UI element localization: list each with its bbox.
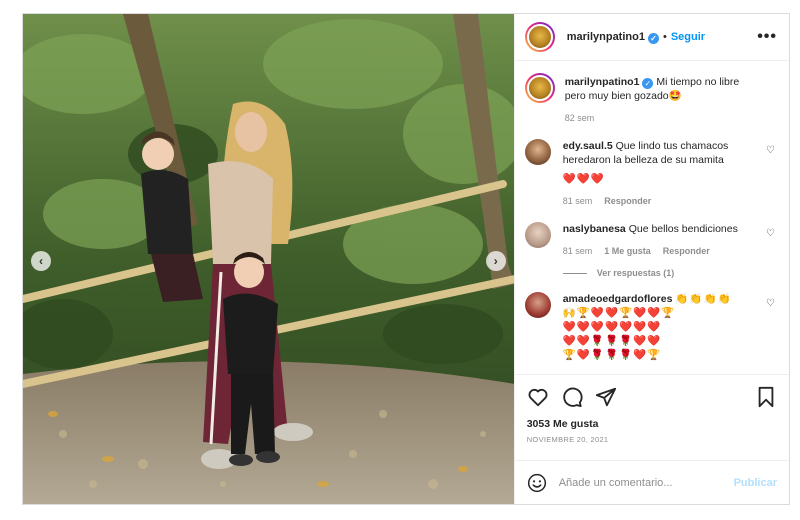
publish-button[interactable]: Publicar xyxy=(734,477,777,489)
share-icon[interactable] xyxy=(595,386,617,408)
comment-emoji-line: ❤️❤️🌹🌹🌹❤️❤️ xyxy=(562,335,662,347)
author-username[interactable]: marilynpatino1 ✓ xyxy=(567,31,659,44)
post-date[interactable]: NOVIEMBRE 20, 2021 xyxy=(527,435,777,444)
post-photo[interactable]: ‹ › xyxy=(23,14,514,504)
follow-button[interactable]: Seguir xyxy=(671,31,705,43)
comment-emoji-line: 🏆❤️🌹🌹🌹❤️🏆 xyxy=(562,349,662,361)
commenter-username[interactable]: amadeoedgardoflores xyxy=(563,293,673,305)
caption-username[interactable]: marilynpatino1 xyxy=(565,76,640,88)
comment-text: 👏👏👏👏 xyxy=(675,293,732,305)
commenter-avatar[interactable] xyxy=(524,222,551,248)
reply-button[interactable]: Responder xyxy=(604,194,651,208)
view-replies-button[interactable]: Ver respuestas (1) xyxy=(563,268,777,278)
caption-row: marilynpatino1 ✓ Mi tiempo no libre pero … xyxy=(524,73,777,125)
post-card: ‹ › marilynpatino1 ✓ • Seguir ••• marilyn… xyxy=(22,13,790,505)
verified-badge-icon: ✓ xyxy=(642,78,654,89)
caption-avatar[interactable] xyxy=(524,73,555,103)
verified-badge-icon: ✓ xyxy=(647,32,659,44)
commenter-avatar[interactable] xyxy=(524,139,551,165)
post-header: marilynpatino1 ✓ • Seguir ••• xyxy=(514,14,789,61)
comment-item: amadeoedgardoflores 👏👏👏👏 🙌🏆❤️❤️🏆❤️❤️🏆 ❤️… xyxy=(524,292,777,362)
emoji-icon[interactable] xyxy=(527,473,547,493)
photo-illustration xyxy=(23,14,514,504)
header-dot-separator: • xyxy=(662,31,667,43)
previous-photo-button[interactable]: ‹ xyxy=(31,251,51,271)
comment-text: Que bellos bendiciones xyxy=(628,223,738,235)
comment-emojis: ❤️❤️❤️ xyxy=(562,173,605,185)
comment-meta: 81 sem 1 Me gusta Responder xyxy=(563,244,759,258)
comment-like-heart-icon[interactable]: ♡ xyxy=(766,228,775,239)
comment-meta: 81 sem Responder xyxy=(563,194,759,208)
comment-like-heart-icon[interactable]: ♡ xyxy=(766,145,775,156)
commenter-username[interactable]: edy.saul.5 xyxy=(563,140,613,152)
commenter-avatar[interactable] xyxy=(524,292,551,318)
comment-age[interactable]: 81 sem xyxy=(563,244,593,258)
heart-icon[interactable] xyxy=(527,386,549,408)
comment-likes[interactable]: 1 Me gusta xyxy=(604,244,651,258)
comment-item: edy.saul.5 Que lindo tus chamacos hereda… xyxy=(524,139,777,208)
caption-age[interactable]: 82 sem xyxy=(565,111,595,125)
commenter-username[interactable]: naslybanesa xyxy=(563,223,626,235)
more-options-icon[interactable]: ••• xyxy=(757,28,777,46)
action-icons xyxy=(527,385,777,409)
comment-input[interactable] xyxy=(558,476,734,489)
comments-list[interactable]: marilynpatino1 ✓ Mi tiempo no libre pero … xyxy=(515,61,789,374)
chevron-left-icon: ‹ xyxy=(39,254,43,268)
chevron-right-icon: › xyxy=(493,254,498,268)
caption-meta: 82 sem xyxy=(565,111,759,125)
comment-icon[interactable] xyxy=(561,386,583,408)
comment-emoji-line: 🙌🏆❤️❤️🏆❤️❤️🏆 xyxy=(562,307,676,319)
comment-item: naslybanesa Que bellos bendiciones 81 se… xyxy=(524,222,777,258)
author-avatar[interactable] xyxy=(524,22,555,52)
next-photo-button[interactable]: › xyxy=(485,251,506,271)
post-side-panel: marilynpatino1 ✓ • Seguir ••• marilynpati… xyxy=(513,14,789,504)
likes-count[interactable]: 3053 Me gusta xyxy=(527,418,777,430)
add-comment-bar: Publicar xyxy=(514,460,789,504)
comment-emoji-line: ❤️❤️❤️❤️❤️❤️❤️ xyxy=(562,321,662,333)
reply-button[interactable]: Responder xyxy=(663,244,710,258)
bookmark-icon[interactable] xyxy=(755,386,777,408)
comment-age[interactable]: 81 sem xyxy=(563,194,593,208)
comment-like-heart-icon[interactable]: ♡ xyxy=(766,298,775,309)
post-actions: 3053 Me gusta NOVIEMBRE 20, 2021 xyxy=(514,374,789,460)
